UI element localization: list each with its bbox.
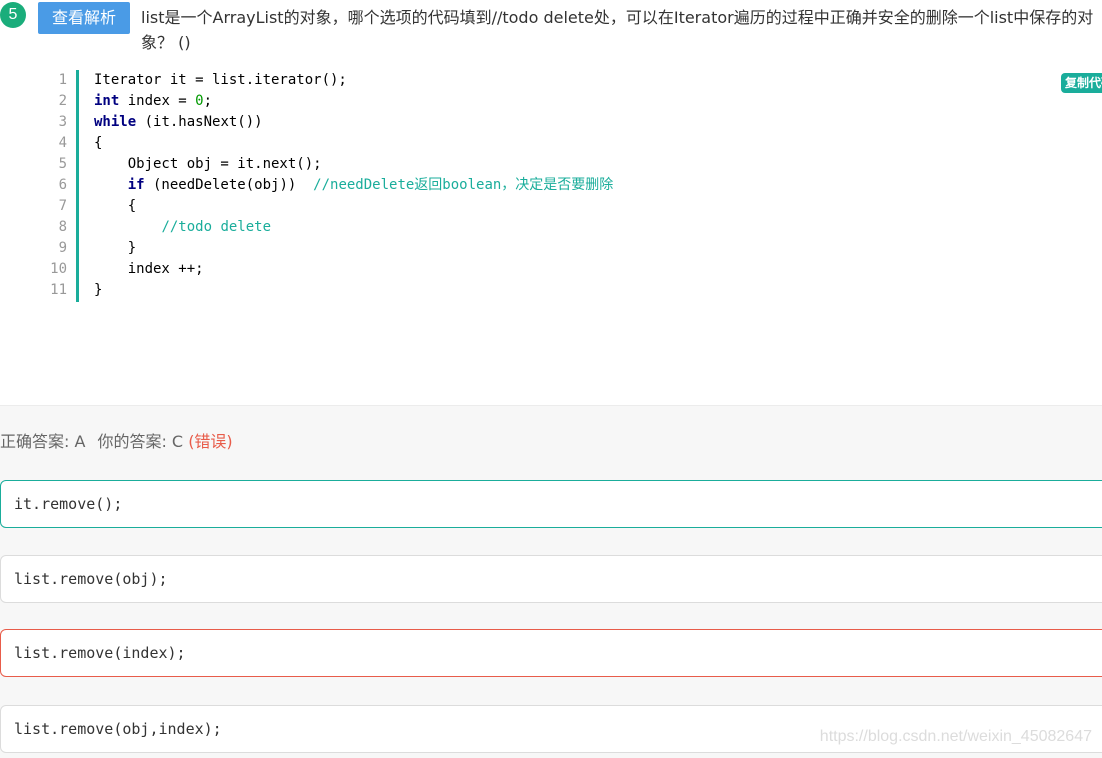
line-number-text: 4 <box>58 135 67 151</box>
code-text: Iterator it = list.iterator(); <box>94 72 347 88</box>
question-text: list是一个ArrayList的对象，哪个选项的代码填到//todo dele… <box>141 5 1102 55</box>
code-keyword: int <box>94 93 120 109</box>
code-line: } <box>94 280 613 301</box>
your-answer-label: 你的答案: C <box>97 432 184 451</box>
correct-answer-label: 正确答案: A <box>0 432 86 451</box>
answer-panel: 正确答案: A 你的答案: C (错误) it.remove(); list.re… <box>0 405 1102 758</box>
line-number-text: 6 <box>58 177 67 193</box>
code-line: Object obj = it.next(); <box>94 154 613 175</box>
code-line: { <box>94 133 613 154</box>
code-line: while (it.hasNext()) <box>94 112 613 133</box>
code-text: (it.hasNext()) <box>136 114 263 130</box>
line-number-gutter: 1 2 3 4 5 6 7 8 9 10 11 <box>48 70 79 302</box>
copy-code-button[interactable]: 复制代码 <box>1061 73 1102 93</box>
line-number-text: 1 <box>58 72 67 88</box>
line-number: 4 <box>48 133 76 154</box>
code-text: } <box>94 282 103 298</box>
code-keyword: while <box>94 114 137 130</box>
line-number: 11 <box>48 280 76 301</box>
code-text: ; <box>203 93 213 109</box>
code-line: int index = 0; <box>94 91 613 112</box>
code-line: { <box>94 196 613 217</box>
line-number: 2 <box>48 91 76 112</box>
code-line: //todo delete <box>94 217 613 238</box>
line-number: 5 <box>48 154 76 175</box>
code-number: 0 <box>195 93 204 109</box>
line-number: 6 <box>48 175 76 196</box>
code-text: index = <box>119 93 196 109</box>
line-number: 10 <box>48 259 76 280</box>
code-keyword: if <box>127 177 145 193</box>
code-comment: //needDelete返回boolean，决定是否要删除 <box>313 177 614 193</box>
question-text-line-1: list是一个ArrayList的对象，哪个选项的代码填到//todo dele… <box>141 8 1094 27</box>
line-number-text: 9 <box>58 240 67 256</box>
code-text: (needDelete(obj)) <box>144 177 314 193</box>
code-line: index ++; <box>94 259 613 280</box>
line-number-text: 3 <box>58 114 67 130</box>
code-line: if (needDelete(obj)) //needDelete返回boole… <box>94 175 614 196</box>
line-number-text: 5 <box>58 156 67 172</box>
line-number: 8 <box>48 217 76 238</box>
option-c[interactable]: list.remove(index); <box>0 629 1102 677</box>
code-comment: //todo delete <box>161 219 272 235</box>
code-text: Object obj = it.next(); <box>94 156 322 172</box>
line-number-text: 8 <box>58 219 67 235</box>
answer-status: (错误) <box>188 432 233 451</box>
code-text: } <box>94 240 137 256</box>
view-analysis-button[interactable]: 查看解析 <box>38 2 130 34</box>
code-line: } <box>94 238 613 259</box>
code-block: 1 2 3 4 5 6 7 8 9 10 11 Iterator it = list.iterato… <box>48 70 1102 304</box>
line-number-text: 2 <box>58 93 67 109</box>
line-number-text: 10 <box>50 261 67 277</box>
line-number: 7 <box>48 196 76 217</box>
answer-summary: 正确答案: A 你的答案: C (错误) <box>0 432 233 452</box>
line-number-text: 7 <box>58 198 67 214</box>
line-number: 3 <box>48 112 76 133</box>
code-text: { <box>94 135 103 151</box>
line-number: 1 <box>48 70 76 91</box>
option-a[interactable]: it.remove(); <box>0 480 1102 528</box>
code-line: Iterator it = list.iterator(); <box>94 70 613 91</box>
question-number-badge: 5 <box>0 2 26 28</box>
code-lines: Iterator it = list.iterator(); int index … <box>94 70 613 301</box>
line-number-text: 11 <box>50 282 67 298</box>
option-b[interactable]: list.remove(obj); <box>0 555 1102 603</box>
code-text: { <box>94 198 137 214</box>
code-text: index ++; <box>94 261 204 277</box>
watermark: https://blog.csdn.net/weixin_45082647 <box>819 728 1092 745</box>
question-text-line-2: 象？ () <box>141 33 191 52</box>
line-number: 9 <box>48 238 76 259</box>
